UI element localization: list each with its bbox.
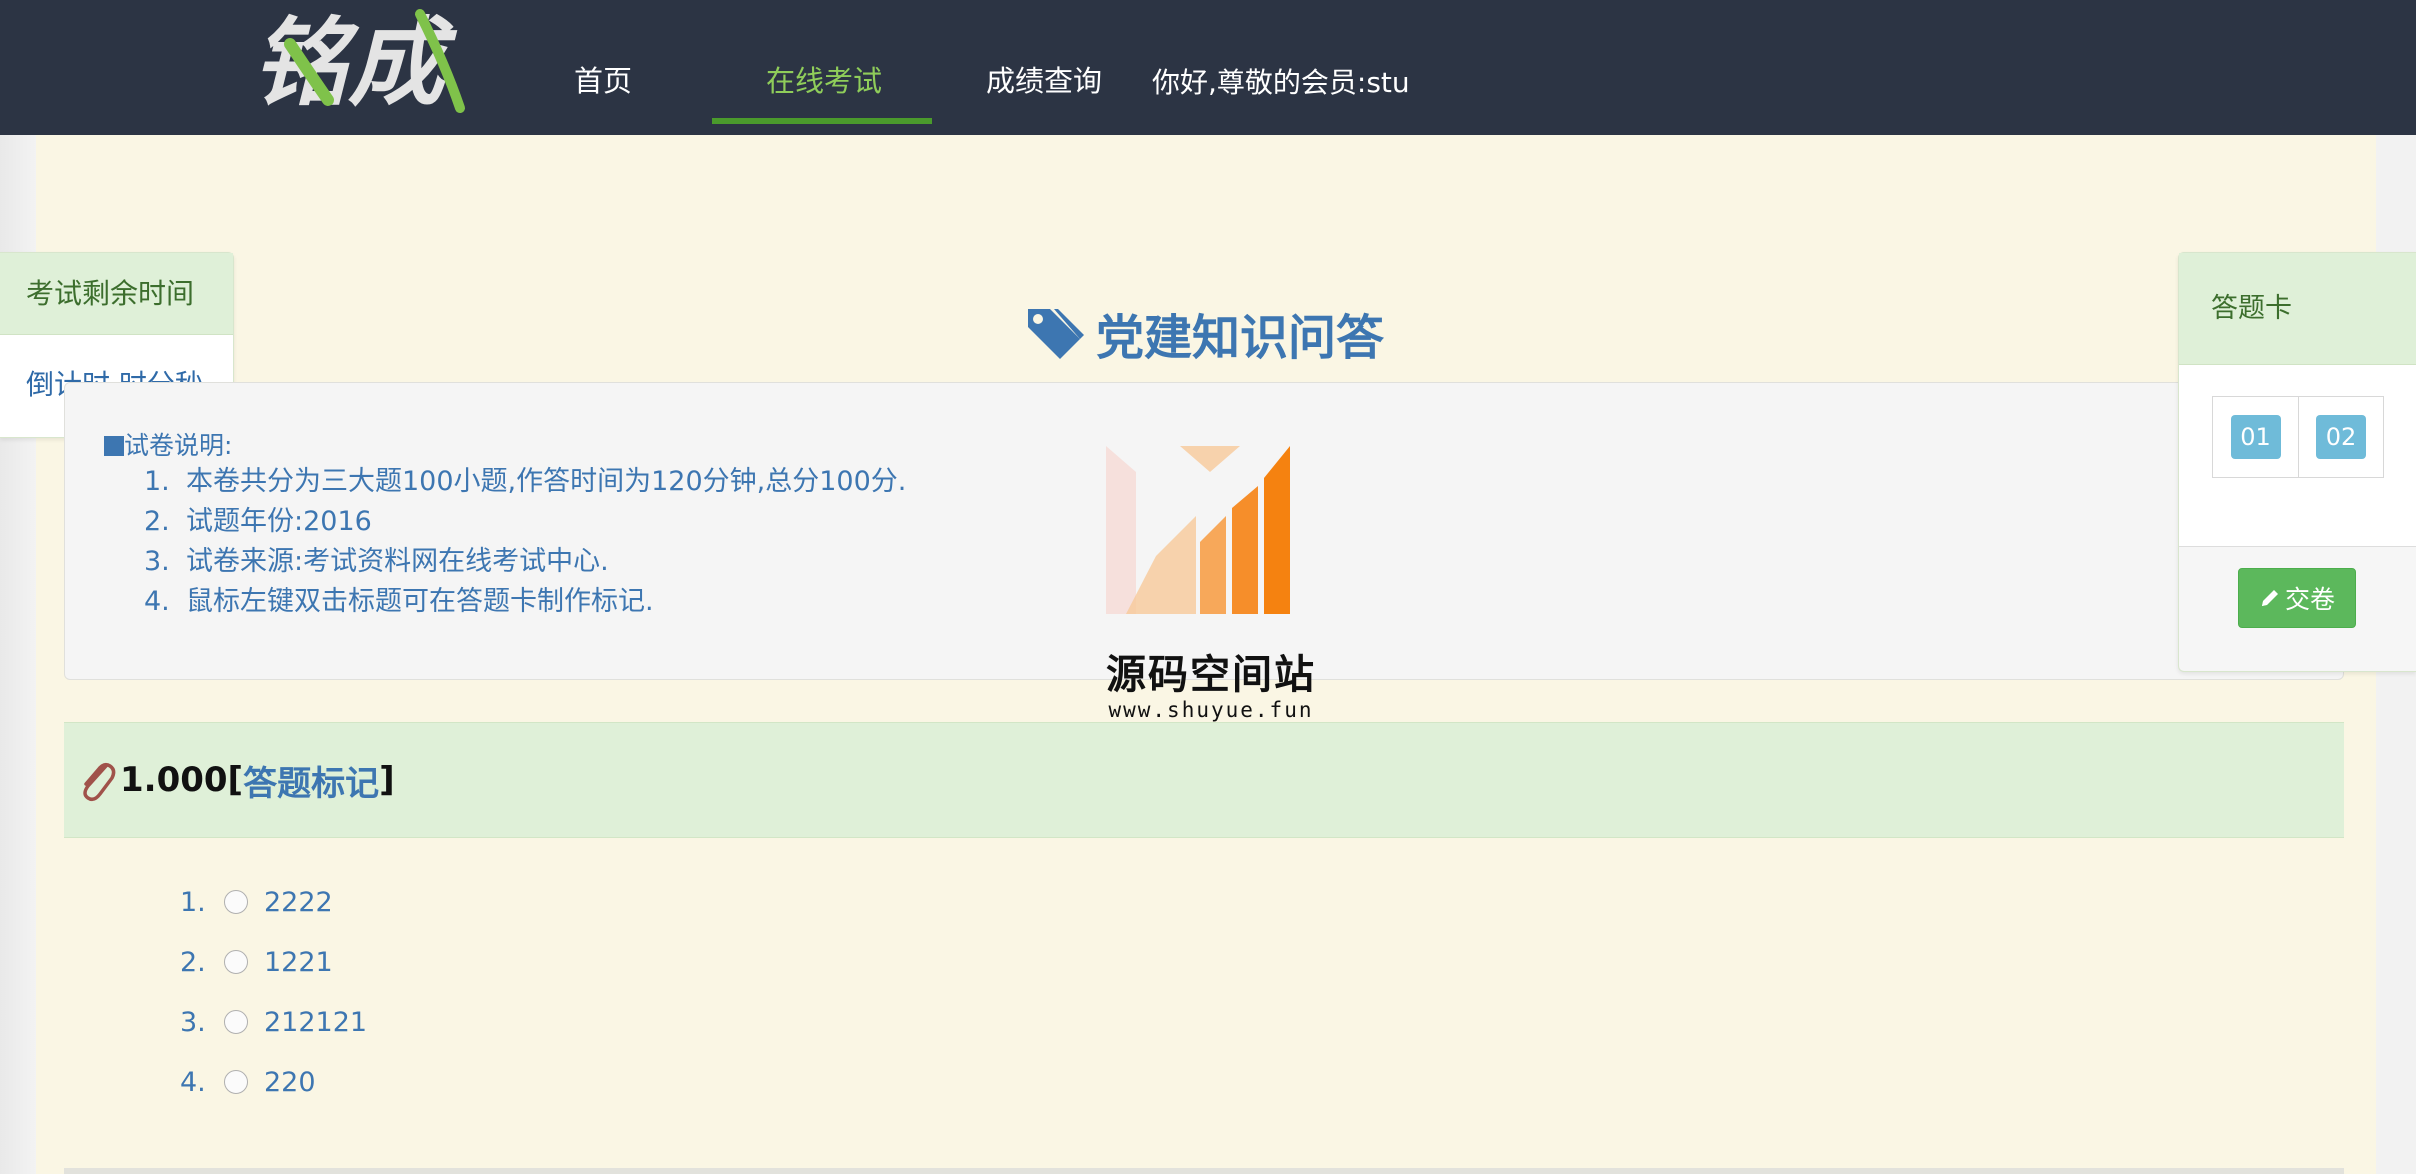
square-bullet-icon [104,436,124,456]
top-navbar: 铭成 首页 在线考试 成绩查询 你好,尊敬的会员:stu [0,0,2416,135]
option-text: 212121 [264,1006,368,1038]
pencil-icon [2261,590,2278,606]
instructions-heading-text: 试卷说明: [124,431,233,460]
instruction-text: 试卷来源:考试资料网在线考试中心. [186,546,609,577]
watermark-name: 源码空间站 [1106,652,1316,698]
option-item[interactable]: 2. 1221 [180,932,367,992]
option-text: 1221 [264,946,333,978]
nav-score-query[interactable]: 成绩查询 [986,56,1102,106]
option-radio[interactable] [224,950,248,974]
user-greeting: 你好,尊敬的会员:stu [1152,66,1410,99]
question-number: 1.000 [120,760,228,800]
instruction-item: 1. 本卷共分为三大题100小题,作答时间为120分钟,总分100分. [144,462,906,502]
option-text: 220 [264,1066,316,1098]
question-bracket-open: [ [227,760,244,800]
instruction-text: 本卷共分为三大题100小题,作答时间为120分钟,总分100分. [186,466,907,497]
option-text: 2222 [264,886,333,918]
nav-home[interactable]: 首页 [574,56,632,106]
option-number: 1. [180,886,206,918]
nav-online-exam[interactable]: 在线考试 [766,56,882,106]
option-number: 2. [180,946,206,978]
answer-card-grid: 01 02 [2212,396,2384,478]
watermark-bars-icon [1106,446,1290,614]
instruction-number: 1. [144,466,170,497]
paperclip-icon [83,762,116,802]
timer-title: 考试剩余时间 [0,253,233,335]
answer-card-cell[interactable]: 02 [2298,397,2383,477]
exam-title-text: 党建知识问答 [1096,310,1385,366]
answer-card-number[interactable]: 01 [2230,415,2281,459]
instruction-item: 2. 试题年份:2016 [144,502,906,542]
instruction-number: 4. [144,586,170,617]
option-item[interactable]: 3. 212121 [180,992,367,1052]
question-bracket-close: ] [379,760,395,800]
next-question-divider [64,1168,2344,1174]
option-number: 4. [180,1066,206,1098]
option-radio[interactable] [224,890,248,914]
instructions-list: 1. 本卷共分为三大题100小题,作答时间为120分钟,总分100分. 2. 试题年… [144,462,906,622]
instruction-item: 4. 鼠标左键双击标题可在答题卡制作标记. [144,582,906,622]
question-header[interactable]: 1.000 [ 答题标记 ] [64,722,2344,838]
instruction-text: 鼠标左键双击标题可在答题卡制作标记. [186,586,654,617]
answer-card-title: 答题卡 [2179,253,2416,365]
answer-card-number[interactable]: 02 [2316,415,2366,459]
site-logo[interactable]: 铭成 [250,4,480,116]
watermark-url: www.shuyue.fun [1108,698,1314,722]
option-item[interactable]: 1. 2222 [180,872,367,932]
option-radio[interactable] [224,1010,248,1034]
option-radio[interactable] [224,1070,248,1094]
watermark-logo: 源码空间站 www.shuyue.fun [1096,446,1326,726]
answer-options: 1. 2222 2. 1221 3. 212121 4. 220 [180,872,367,1112]
answer-mark-link[interactable]: 答题标记 [243,756,379,805]
logo-graphic: 铭成 [252,6,465,116]
instructions-heading: 试卷说明: [104,428,232,464]
submit-exam-label: 交卷 [2284,585,2335,614]
instruction-text: 试题年份:2016 [186,506,372,537]
instruction-number: 3. [144,546,170,577]
submit-exam-button[interactable]: 交卷 [2238,568,2356,628]
instruction-number: 2. [144,506,170,537]
answer-card-cell[interactable]: 01 [2213,397,2298,477]
exam-title: 党建知识问答 [1024,298,1384,368]
tags-icon [1028,309,1084,359]
nav-active-underline [712,118,932,124]
instruction-item: 3. 试卷来源:考试资料网在线考试中心. [144,542,906,582]
option-item[interactable]: 4. 220 [180,1052,367,1112]
option-number: 3. [180,1006,206,1038]
